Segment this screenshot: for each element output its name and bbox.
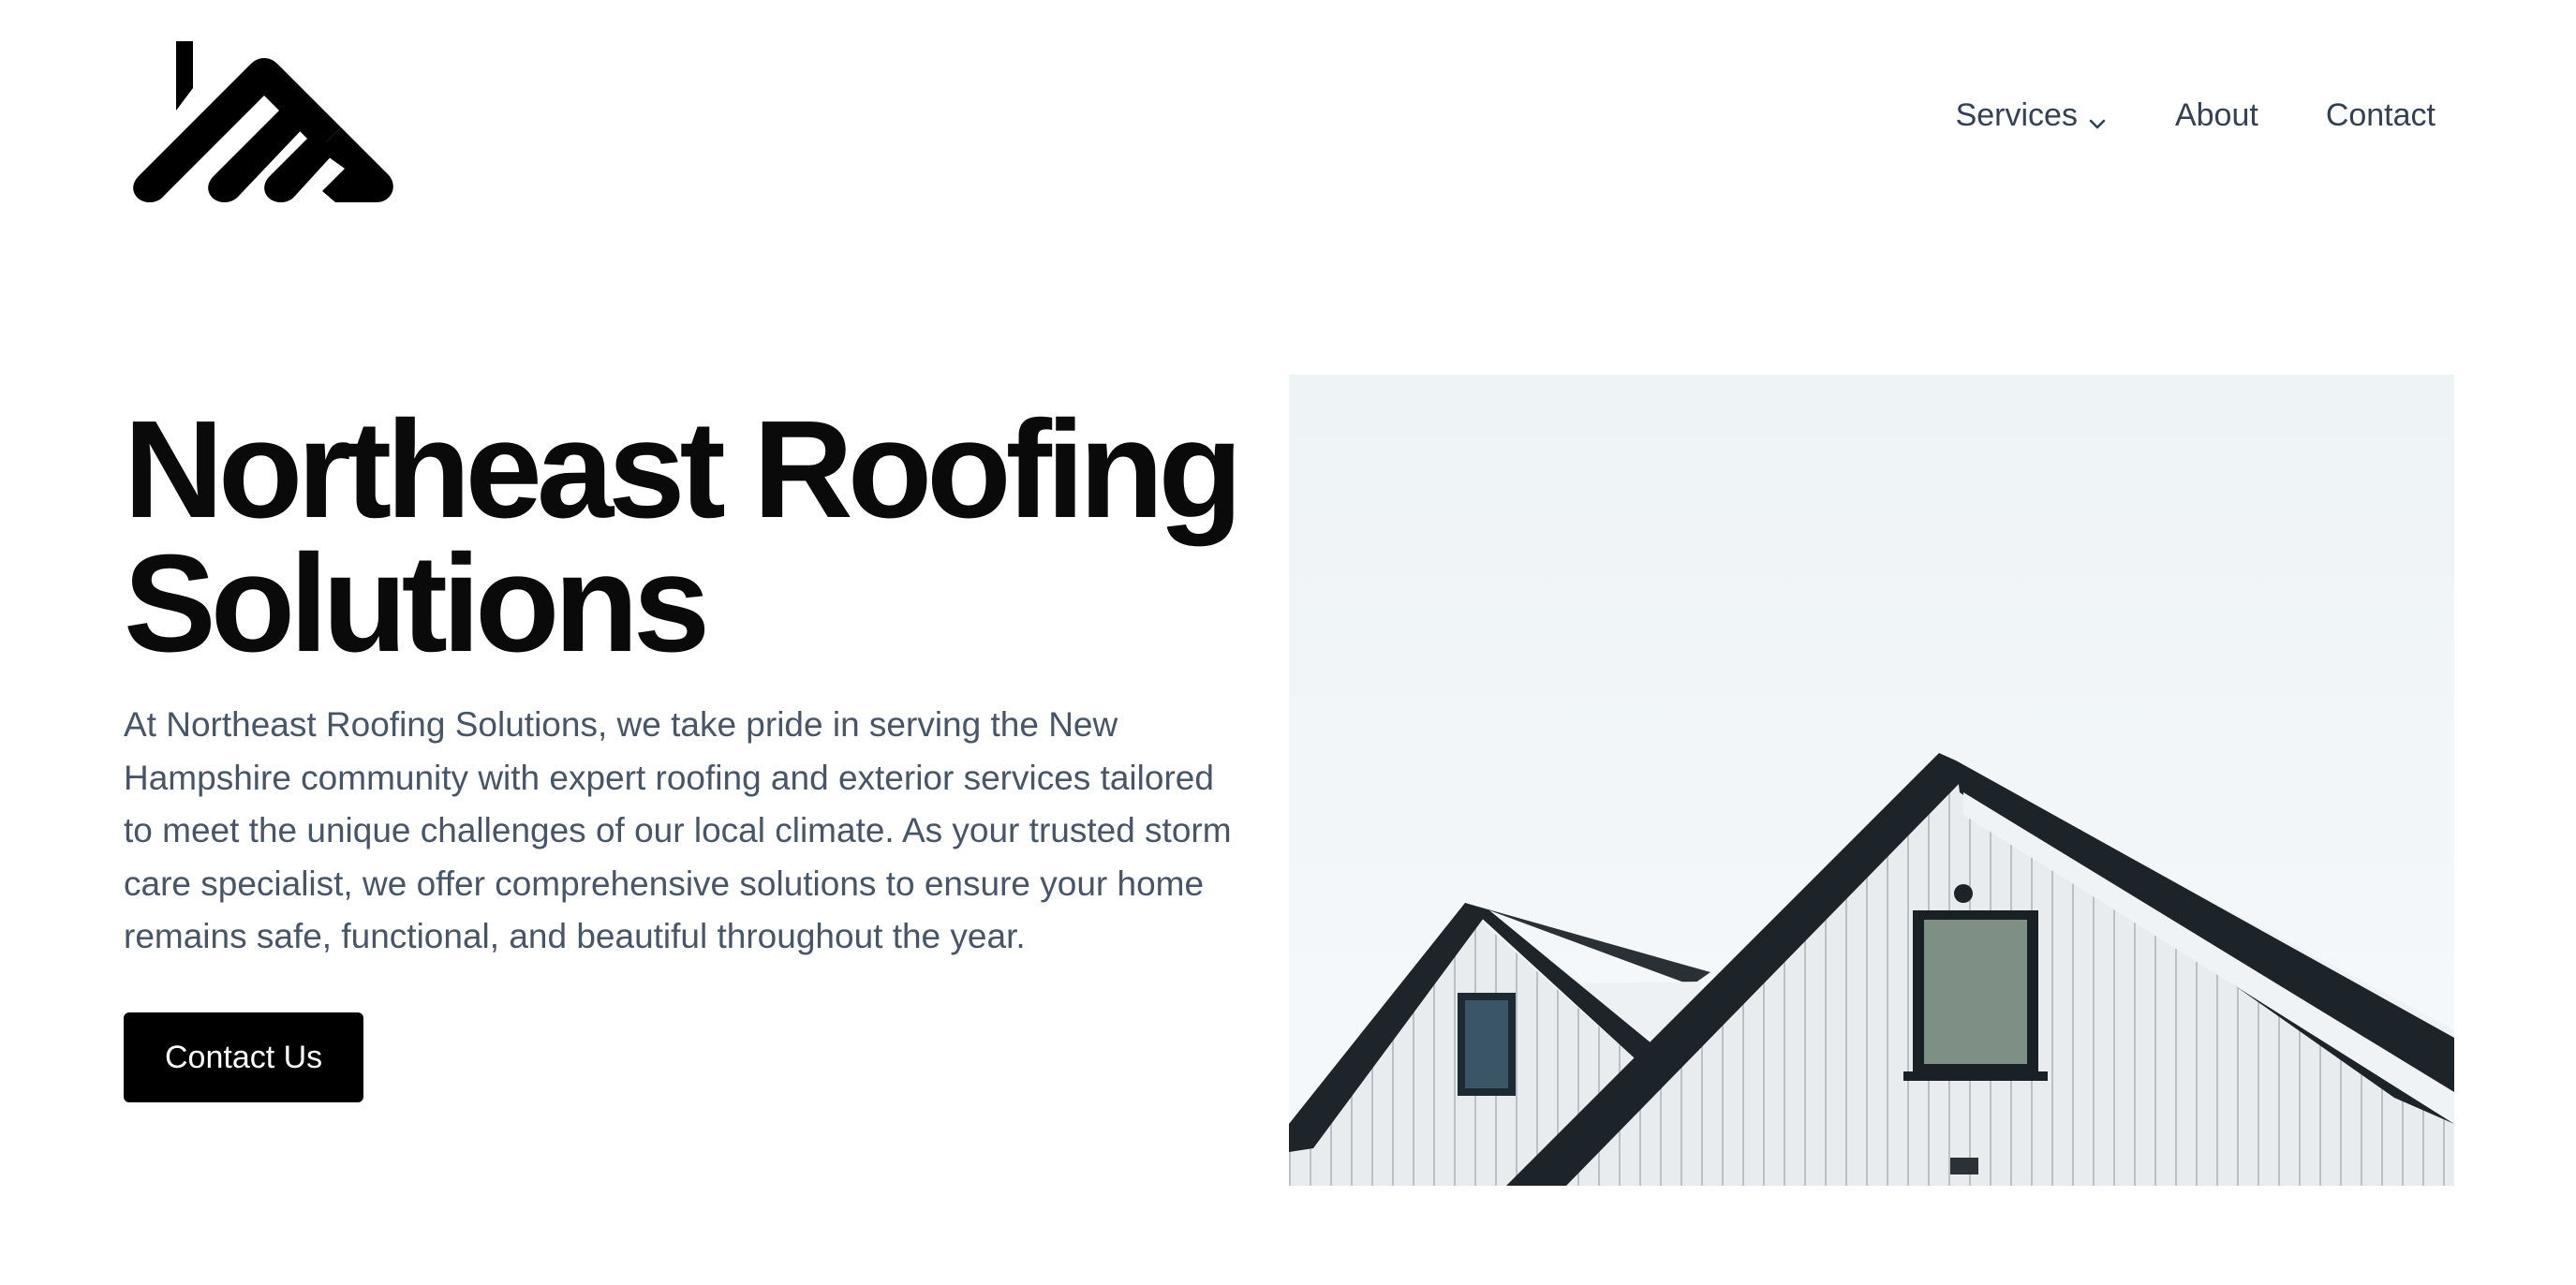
nav-about[interactable]: About — [2175, 97, 2258, 134]
site-header: Services About Contact — [0, 0, 2576, 234]
roof-logo-icon[interactable] — [124, 36, 395, 204]
nav-services-label: Services — [1955, 97, 2078, 133]
hero-title: Northeast Roofing Solutions — [124, 401, 1248, 673]
hero-title-line1: Northeast Roofing — [124, 392, 1243, 547]
hero-description: At Northeast Roofing Solutions, we take … — [124, 705, 1232, 955]
hero-title-line2: Solutions — [124, 526, 710, 681]
nav-contact-label: Contact — [2325, 97, 2435, 133]
hero-content: Northeast Roofing Solutions At Northeast… — [124, 401, 1248, 1102]
nav-services[interactable]: Services — [1956, 97, 2108, 134]
hero-image — [1289, 375, 2454, 1186]
nav-contact[interactable]: Contact — [2326, 97, 2435, 134]
nav-about-label: About — [2174, 97, 2258, 133]
contact-us-button[interactable]: Contact Us — [124, 1012, 364, 1102]
main-nav: Services About Contact — [1956, 97, 2435, 134]
chevron-down-icon — [2087, 106, 2108, 128]
